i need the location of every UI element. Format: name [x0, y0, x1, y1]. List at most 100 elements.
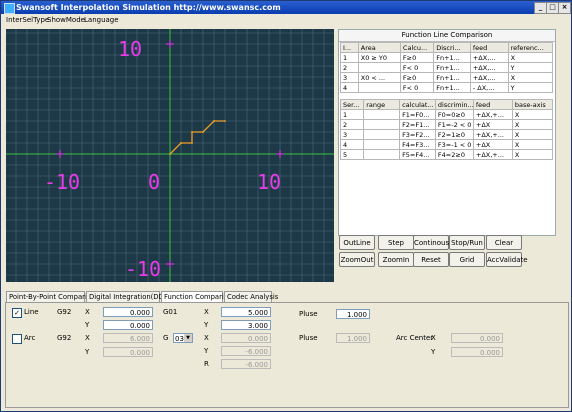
steps-table-column-header[interactable]: feed: [472, 99, 513, 110]
area-table-column-header[interactable]: Area: [357, 42, 401, 53]
area-table-row[interactable]: 3 X0 < ... F≥0 Fn+1... +ΔX,... X: [340, 72, 554, 83]
menu-interseltype[interactable]: InterSelType: [6, 14, 49, 26]
steps-table-row[interactable]: 1 F1=F0... F0=0≥0 +ΔX,+... X: [339, 109, 554, 120]
grid-button[interactable]: Grid: [449, 252, 485, 267]
menu-bar: InterSelType ShowMode Language: [1, 14, 571, 26]
area-table-column-header[interactable]: Calcu...: [399, 42, 435, 53]
arc-gx-label: X: [204, 334, 209, 342]
steps-table-column-header[interactable]: base-axis: [511, 99, 554, 110]
steps-table-cell: 3: [339, 129, 365, 140]
line-y-input[interactable]: 0.000: [103, 320, 153, 330]
area-table-cell: [357, 82, 401, 93]
window-title: Swansoft Interpolation Simulation http:/…: [16, 3, 281, 12]
arc-y-input[interactable]: 0.000: [103, 347, 153, 357]
steps-table-cell: +ΔX,+...: [472, 149, 513, 160]
outline-button[interactable]: OutLine: [339, 235, 375, 250]
steps-table-cell: F1=F0...: [399, 109, 436, 120]
pluse2-input[interactable]: 1.000: [336, 333, 370, 343]
steps-table-cell: 2: [339, 119, 365, 130]
steps-table-column-header[interactable]: calculat...: [399, 99, 436, 110]
steps-table-cell: 5: [339, 149, 365, 160]
area-table-row[interactable]: 2 F< 0 Fn+1... +ΔX,... Y: [340, 62, 554, 73]
g-code-select[interactable]: 03 ▼: [173, 333, 193, 343]
app-window: Swansoft Interpolation Simulation http:/…: [0, 0, 572, 412]
line-checkbox[interactable]: ✓: [12, 308, 22, 318]
steps-table-cell: X: [511, 119, 554, 130]
area-table-cell: F< 0: [399, 62, 435, 73]
axis-label-left: -10: [44, 170, 80, 194]
pluse-label: Pluse: [299, 310, 318, 318]
stop-run-button[interactable]: Stop/Run: [449, 235, 485, 250]
steps-table-row[interactable]: 4 F4=F3... F3=-1 < 0 +ΔX X: [339, 139, 554, 150]
steps-table-cell: F4=F3...: [399, 139, 436, 150]
area-table-cell: [357, 62, 401, 73]
menu-showmode[interactable]: ShowMode: [47, 14, 85, 26]
area-table-row[interactable]: 4 F< 0 Fn+1... - ΔX,... Y: [340, 82, 554, 93]
steps-table-cell: [363, 109, 401, 120]
arc-label: Arc: [24, 334, 36, 342]
accvalidate-button[interactable]: AccValidate: [486, 252, 528, 267]
area-table-row[interactable]: 1 X0 ≥ Y0 F≥0 Fn+1... +ΔX,... X: [340, 52, 554, 63]
menu-language[interactable]: Language: [84, 14, 119, 26]
arc-checkbox[interactable]: [12, 334, 22, 344]
close-button[interactable]: ×: [558, 2, 571, 14]
steps-table-row[interactable]: 5 F5=F4... F4=2≥0 +ΔX,+... X: [339, 149, 554, 160]
continous-button[interactable]: Continous: [413, 235, 449, 250]
arc-center-x-label: X: [431, 334, 436, 342]
area-table-cell: +ΔX,...: [469, 52, 509, 63]
line-x-input[interactable]: 0.000: [103, 307, 153, 317]
zoomin-button[interactable]: ZoomIn: [378, 252, 414, 267]
steps-table-cell: [363, 119, 401, 130]
area-table-cell: X: [507, 52, 554, 63]
interpolation-point: [191, 142, 193, 144]
reset-button[interactable]: Reset: [413, 252, 449, 267]
steps-table-cell: X: [511, 139, 554, 150]
axis-label-top: 10: [118, 37, 142, 61]
steps-table-cell: F2=F1...: [399, 119, 436, 130]
tab-point-by-point[interactable]: Point-By-Point Comparison: [6, 291, 99, 302]
chevron-down-icon: ▼: [184, 334, 192, 342]
g01-x-input[interactable]: 5.000: [221, 307, 271, 317]
plot-canvas[interactable]: 10 -10 0 10 -10: [6, 29, 334, 282]
area-table-cell: +ΔX,...: [469, 72, 509, 83]
arc-x-input[interactable]: 6.000: [103, 333, 153, 343]
clear-button[interactable]: Clear: [486, 235, 522, 250]
area-table-cell: 4: [340, 82, 359, 93]
arc-r-input[interactable]: -6.000: [221, 359, 271, 369]
steps-table-column-header[interactable]: discrimin...: [434, 99, 474, 110]
arc-center-y-input[interactable]: 0.000: [451, 347, 503, 357]
zoomout-button[interactable]: ZoomOut: [339, 252, 375, 267]
area-table-cell: 3: [340, 72, 359, 83]
tab-codec-analysis[interactable]: Codec Analysis: [224, 291, 278, 302]
g01-label: G01: [163, 308, 178, 316]
area-table-column-header[interactable]: referenc...: [507, 42, 554, 53]
area-table-column-header[interactable]: I...: [340, 42, 359, 53]
arc-center-label: Arc Center: [396, 334, 434, 342]
steps-table-cell: F1=-2 < 0: [434, 119, 474, 130]
area-table-cell: Fn+1...: [433, 72, 471, 83]
step-button[interactable]: Step: [378, 235, 414, 250]
tab-dda[interactable]: Digital Integration(DDA): [86, 291, 171, 302]
steps-table-row[interactable]: 2 F2=F1... F1=-2 < 0 +ΔX X: [339, 119, 554, 130]
area-table-cell: Y: [507, 82, 554, 93]
steps-table: Ser... range calculat... discrimin... feed ba…: [339, 99, 554, 160]
arc-x-label: X: [85, 334, 90, 342]
area-table-column-header[interactable]: feed: [469, 42, 509, 53]
pluse-input[interactable]: 1.000: [336, 309, 370, 319]
area-table-column-header[interactable]: Discri...: [433, 42, 471, 53]
arc-gy-input[interactable]: -6.000: [221, 346, 271, 356]
g-label: G: [163, 334, 169, 342]
steps-table-row[interactable]: 3 F3=F2... F2=1≥0 +ΔX,+... X: [339, 129, 554, 140]
area-table: I... Area Calcu... Discri... feed referenc...…: [340, 42, 554, 93]
arc-center-x-input[interactable]: 0.000: [451, 333, 503, 343]
steps-table-column-header[interactable]: Ser...: [339, 99, 365, 110]
steps-table-column-header[interactable]: range: [363, 99, 401, 110]
steps-table-cell: +ΔX,+...: [472, 129, 513, 140]
arc-gx-input[interactable]: 0.000: [221, 333, 271, 343]
interpolation-point: [191, 131, 193, 133]
area-table-cell: F≥0: [399, 52, 435, 63]
g01-y-input[interactable]: 3.000: [221, 320, 271, 330]
g92-label: G92: [57, 308, 72, 316]
steps-table-cell: +ΔX: [472, 139, 513, 150]
area-table-cell: F≥0: [399, 72, 435, 83]
